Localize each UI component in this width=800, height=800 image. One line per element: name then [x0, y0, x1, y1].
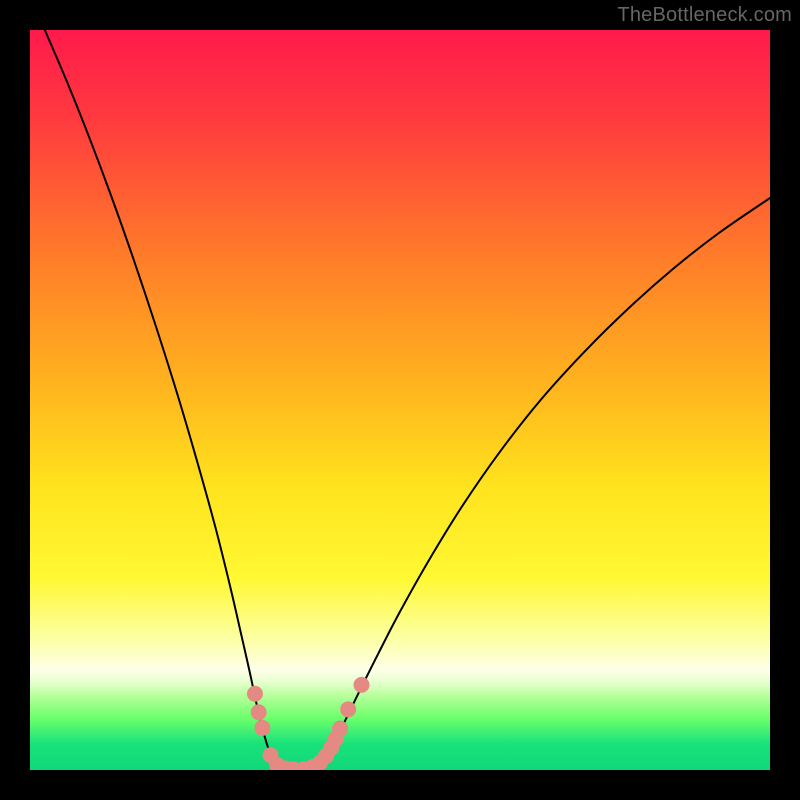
marker-dot: [247, 686, 263, 702]
marker-dot: [340, 701, 356, 717]
marker-dot: [354, 677, 370, 693]
plot-svg: [30, 30, 770, 770]
chart-frame: TheBottleneck.com: [0, 0, 800, 800]
marker-dot: [332, 721, 348, 737]
watermark-text: TheBottleneck.com: [617, 4, 792, 27]
marker-dot: [254, 720, 270, 736]
background-gradient: [30, 30, 770, 770]
marker-dot: [251, 704, 267, 720]
plot-area: [30, 30, 770, 770]
